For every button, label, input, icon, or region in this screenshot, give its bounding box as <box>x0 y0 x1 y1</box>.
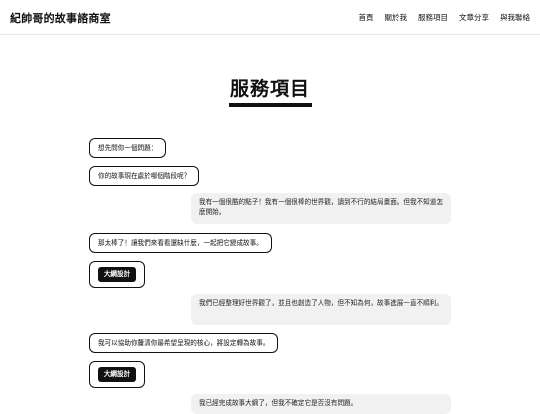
chat-message-question: 想先問你一個問題： <box>89 138 167 158</box>
chat-reply-idea: 我有一個很酷的點子！我有一個很棒的世界觀，讀到不行的結局畫面。但我不知道怎麼開始… <box>191 193 451 224</box>
outline-design-button-2[interactable]: 大綱設計 <box>98 367 136 382</box>
chat-message-stage: 你的故事現在處於哪個階段呢？ <box>89 166 200 186</box>
chat-reply-worldview: 我們已經整理好世界觀了，並且也創造了人物，但不知為何，故事進展一直不順利。 <box>191 294 451 325</box>
outline-design-button[interactable]: 大綱設計 <box>98 267 136 282</box>
option-card-outline-1: 大綱設計 <box>89 261 145 288</box>
chat-message-great: 那太棒了！讓我們來看看還缺什麼，一起把它變成故事。 <box>89 233 272 253</box>
chat-message-core: 我可以協助你釐清你最希望呈現的核心，將設定轉為故事。 <box>89 333 279 353</box>
chat-reply-outline: 我已經完成故事大綱了，但我不確定它是否沒有問題。 <box>191 394 451 414</box>
chat-area: 想先問你一個問題： 你的故事現在處於哪個階段呢？ 我有一個很酷的點子！我有一個很… <box>0 0 540 414</box>
option-card-outline-2: 大綱設計 <box>89 361 145 388</box>
